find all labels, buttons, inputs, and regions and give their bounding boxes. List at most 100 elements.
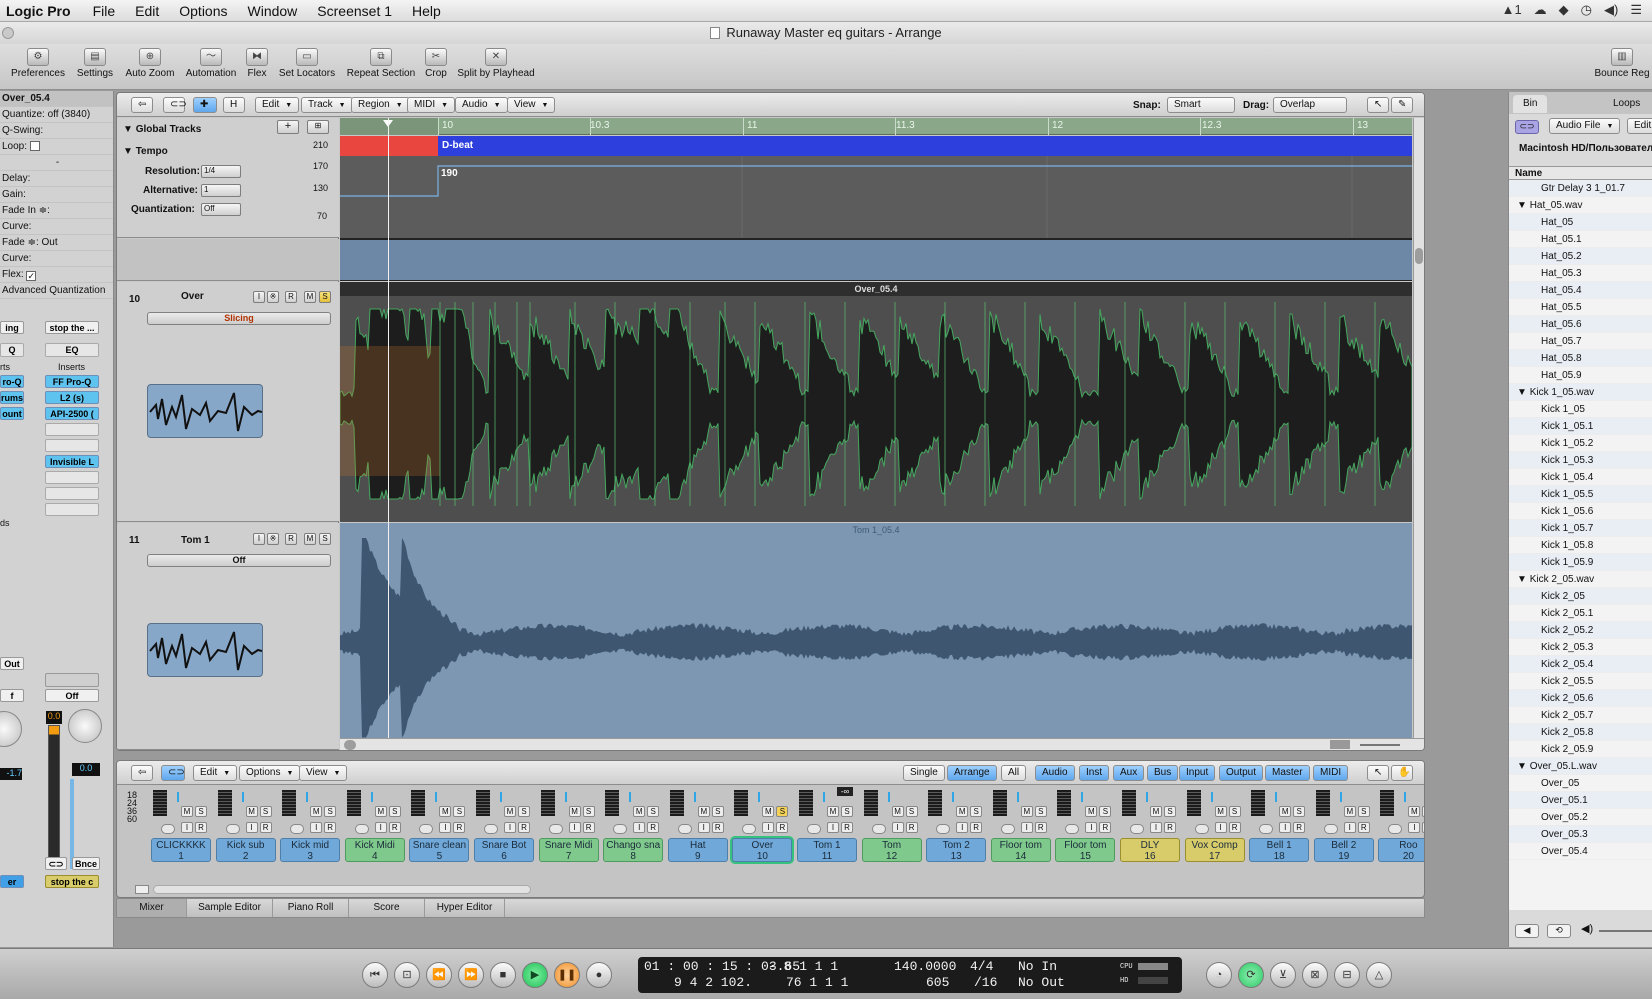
strip-name-button[interactable]: Floor tom 15 [1055,838,1116,862]
resolution-select[interactable]: 1/4 [201,165,241,178]
strip-b-insert-empty-2[interactable] [45,439,99,452]
tab-score[interactable]: Score [349,899,425,917]
mute-button[interactable]: M [304,291,316,303]
input-button[interactable]: I [568,822,581,833]
file-item-row[interactable]: Kick 1_05.8 [1509,537,1652,554]
record-button[interactable]: R [388,822,401,833]
strip-b-automation[interactable]: Off [45,689,99,702]
strip-b-eq[interactable]: EQ [45,343,99,357]
link-icon[interactable] [161,824,175,834]
pointer-tool[interactable]: ↖ [1367,97,1389,113]
solo-button[interactable]: S [841,806,853,817]
solo-button[interactable]: S [582,806,595,817]
mute-button[interactable]: M [568,806,581,817]
curve-row-1[interactable]: Curve: [0,219,113,235]
strip-name-button[interactable]: CLICKKKK 1 [151,838,211,862]
strip-fader[interactable] [370,792,373,802]
menu-edit[interactable]: Edit [125,3,169,19]
mute-button[interactable]: M [697,806,710,817]
mute-button[interactable]: M [310,806,323,817]
link-icon[interactable] [290,824,305,834]
fast-forward-icon[interactable]: ⏩ [458,962,484,988]
filter-input[interactable]: Input [1179,765,1216,781]
strip-name-button[interactable]: Snare Midi 7 [538,838,599,862]
record-button[interactable]: R [582,822,595,833]
strip-name-button[interactable]: Snare Bot 6 [474,838,534,862]
file-item-row[interactable]: Gtr Delay 3 1_01.7 [1509,180,1652,197]
file-item-row[interactable]: Kick 2_05.7 [1509,707,1652,724]
strip-name-button[interactable]: Kick sub 2 [215,838,276,862]
snap-select[interactable]: Smart [1167,97,1235,113]
solo-button[interactable]: S [259,806,272,817]
mute-button[interactable]: M [304,533,316,545]
strip-a-name[interactable]: er [0,875,24,888]
flex-button[interactable]: ⧓ Flex [245,48,269,79]
solo-button[interactable]: S [453,806,466,817]
strip-a-insert-3[interactable]: ount [0,407,24,420]
mixer-back-button[interactable]: ⇦ [131,765,153,781]
file-group-row[interactable]: ▼ Kick 2_05.wav [1509,571,1652,588]
link-icon[interactable] [1130,824,1144,834]
file-item-row[interactable]: Over_05.3 [1509,826,1652,843]
loop-checkbox[interactable] [29,141,40,151]
input-button[interactable]: I [891,822,904,833]
region-menu[interactable]: Region ▼ [351,97,410,113]
go-to-position-icon[interactable]: ⊡ [394,962,420,988]
link-icon[interactable] [1259,824,1274,834]
metronome-icon[interactable]: △ [1366,962,1392,988]
mute-button[interactable]: M [762,806,775,817]
input-button[interactable]: I [181,822,193,833]
dropbox-icon[interactable]: ◆ [1559,2,1569,18]
tempo-track[interactable]: 190 [340,156,1412,238]
hide-button[interactable]: H [223,97,245,113]
catch-button[interactable]: ✚ [193,97,217,113]
zoom-slider[interactable] [1360,744,1400,746]
strip-b-pan-knob[interactable] [68,709,102,743]
window-close-button[interactable] [2,27,14,39]
go-to-start-icon[interactable]: ⏮ [362,962,388,988]
strip-name-button[interactable]: Over 10 [732,838,793,862]
strip-fader[interactable] [1146,792,1148,802]
audio-menu[interactable]: Audio ▼ [455,97,508,113]
link-icon[interactable] [1323,824,1338,834]
tab-bin[interactable]: Bin [1513,95,1548,113]
track-header-over[interactable]: 10 Over I ※ R M S Slicing [117,282,339,522]
strip-b-fader[interactable] [70,779,74,869]
horizontal-scroll-thumb[interactable] [344,740,356,750]
file-item-row[interactable]: Kick 1_05.5 [1509,486,1652,503]
record-button[interactable]: R [1164,822,1176,833]
sync-transport-icon[interactable]: ⊟ [1334,962,1360,988]
solo-button[interactable]: S [319,291,331,303]
input-button[interactable]: I [439,822,452,833]
loop-row[interactable]: Loop: [0,139,113,155]
input-button[interactable]: I [1020,822,1033,833]
filter-master[interactable]: Master [1265,765,1310,781]
edit-menu[interactable]: Edit ▼ [255,97,300,113]
mute-button[interactable]: M [1408,806,1421,817]
file-item-row[interactable]: Kick 1_05.3 [1509,452,1652,469]
strip-b-insert-3[interactable]: API-2500 ( [45,407,99,420]
record-button[interactable]: R [1099,822,1112,833]
input-monitor-button[interactable]: I [253,291,265,303]
mixer-horizontal-scrollbar[interactable] [153,885,531,894]
strip-name-button[interactable]: Snare clean 5 [409,838,470,862]
strip-name-button[interactable]: Floor tom 14 [990,838,1051,862]
strip-fader[interactable] [629,792,632,802]
record-button[interactable]: R [1422,822,1424,833]
repeat-section-button[interactable]: ⧉ Repeat Section [344,48,418,79]
strip-fader[interactable] [952,792,955,802]
filter-midi[interactable]: MIDI [1313,765,1349,781]
link-icon[interactable] [225,824,240,834]
curve-row-2[interactable]: Curve: [0,251,113,267]
autopunch-icon[interactable]: ⊻ [1270,962,1296,988]
set-locators-button[interactable]: ▭ Set Locators [275,48,339,79]
input-button[interactable]: I [762,822,775,833]
input-button[interactable]: I [1150,822,1162,833]
auto-zoom-button[interactable]: ⊕ Auto Zoom [122,48,178,79]
strip-b-bounce-button[interactable]: Bnce [72,857,100,870]
tab-hyper-editor[interactable]: Hyper Editor [425,899,505,917]
record-button[interactable]: R [776,822,789,833]
split-by-playhead-button[interactable]: ✕ Split by Playhead [454,48,538,79]
link-icon[interactable] [1194,824,1209,834]
mute-button[interactable]: M [504,806,516,817]
